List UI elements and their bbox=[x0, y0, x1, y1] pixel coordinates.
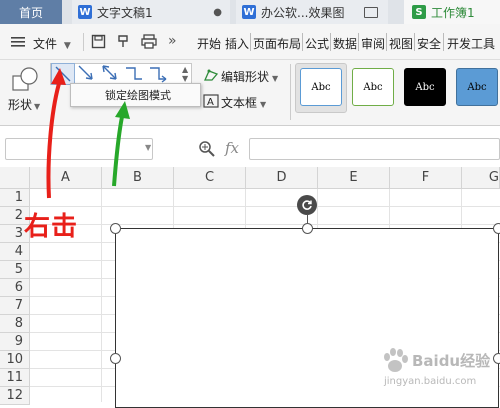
annotation-arrows bbox=[46, 68, 130, 199]
green-arrowhead bbox=[115, 101, 130, 119]
right-click-annotation: 右击 bbox=[24, 206, 78, 243]
watermark-brand-text: Baidu经验 bbox=[412, 352, 491, 370]
watermark-brand: Baidu经验 bbox=[412, 350, 490, 371]
right-click-annotation-text: 右击 bbox=[24, 212, 79, 242]
paw-logo-icon bbox=[384, 348, 408, 372]
watermark-url-text: jingyan.baidu.com bbox=[384, 376, 477, 387]
watermark-url: jingyan.baidu.com bbox=[384, 376, 476, 387]
red-arrow-icon bbox=[46, 79, 62, 199]
green-arrow-icon bbox=[112, 111, 125, 187]
red-arrowhead bbox=[51, 68, 66, 85]
baidu-watermark: Baidu经验 jingyan.baidu.com bbox=[380, 346, 498, 398]
